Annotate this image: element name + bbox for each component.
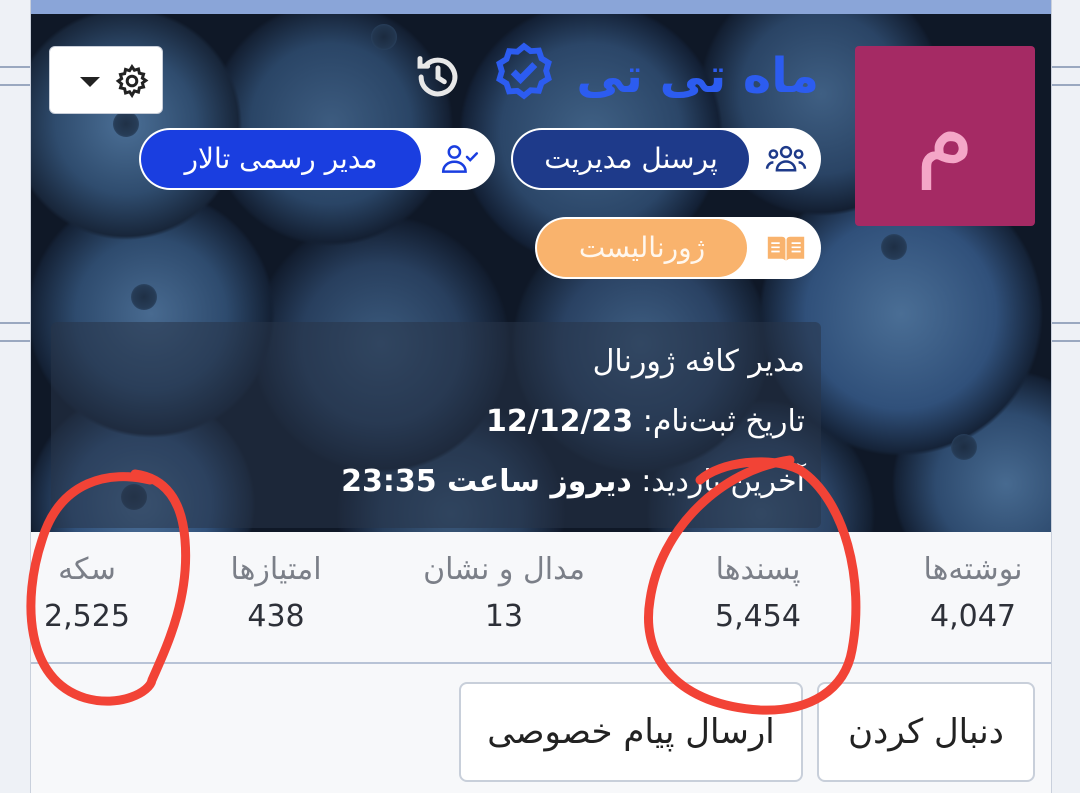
last-visit-row: آخرین بازدید: دیروز ساعت 23:35 (341, 464, 805, 499)
stat-value: 5,454 (715, 599, 801, 634)
cover-decoration (371, 24, 397, 50)
staff-badge: پرسنل مدیریت (511, 128, 821, 190)
cover-decoration (951, 434, 977, 460)
stat-label: پسندها (715, 552, 801, 587)
stat-label: مدال و نشان (423, 552, 585, 587)
background-line (0, 340, 30, 342)
background-line (1050, 84, 1080, 86)
follow-button[interactable]: دنبال کردن (817, 682, 1035, 782)
registration-date: 12/12/23 (486, 404, 634, 439)
stat-value: 438 (247, 599, 305, 634)
moderator-badge: مدیر رسمی تالار (139, 128, 495, 190)
last-visit-label: آخرین بازدید: (641, 464, 805, 499)
stat-value: 2,525 (44, 599, 130, 634)
display-name: ماه تی تی (576, 48, 819, 104)
users-group-icon (765, 145, 807, 172)
cover-decoration (131, 284, 157, 310)
profile-card: ماه تی تی م پرسنل مدیریت مدیر رسمی تالار (30, 0, 1052, 793)
user-title: مدیر کافه ژورنال (592, 344, 805, 379)
profile-info-box: مدیر کافه ژورنال تاریخ ثبت‌نام: 12/12/23… (51, 322, 821, 528)
gear-icon (115, 64, 149, 99)
stat-posts[interactable]: نوشته‌ها 4,047 (873, 532, 1051, 634)
book-open-icon (767, 236, 805, 261)
registration-label: تاریخ ثبت‌نام: (642, 404, 805, 439)
staff-badge-label: پرسنل مدیریت (513, 130, 749, 188)
background-line (0, 66, 30, 68)
background-line (1050, 66, 1080, 68)
stat-points[interactable]: امتیازها 438 (176, 532, 376, 634)
journalist-badge: ژورنالیست (535, 217, 821, 279)
send-private-message-button[interactable]: ارسال پیام خصوصی (459, 682, 803, 782)
caret-down-icon (80, 77, 100, 87)
stat-label: امتیازها (230, 552, 322, 587)
profile-cover: ماه تی تی م پرسنل مدیریت مدیر رسمی تالار (31, 14, 1051, 532)
cover-decoration (881, 234, 907, 260)
last-visit-value: دیروز ساعت 23:35 (341, 464, 632, 499)
card-top-strip (31, 0, 1051, 14)
stats-divider (31, 662, 1051, 664)
stat-coins[interactable]: سکه 2,525 (31, 532, 187, 634)
background-line (1050, 322, 1080, 324)
settings-dropdown-button[interactable] (49, 46, 163, 114)
background-line (0, 322, 30, 324)
stat-medals[interactable]: مدال و نشان 13 (404, 532, 604, 634)
stat-likes[interactable]: پسندها 5,454 (658, 532, 858, 634)
user-check-icon (441, 145, 479, 173)
history-icon[interactable] (411, 50, 465, 104)
registration-date-row: تاریخ ثبت‌نام: 12/12/23 (486, 404, 805, 439)
stat-label: سکه (58, 552, 116, 587)
background-line (0, 84, 30, 86)
cover-decoration (113, 111, 139, 137)
moderator-badge-label: مدیر رسمی تالار (141, 130, 421, 188)
journalist-badge-label: ژورنالیست (537, 219, 747, 277)
background-line (1050, 340, 1080, 342)
verified-badge-icon (496, 42, 552, 100)
stat-value: 13 (484, 599, 524, 634)
stat-label: نوشته‌ها (923, 552, 1023, 587)
avatar: م (855, 46, 1035, 226)
profile-stats: نوشته‌ها 4,047 پسندها 5,454 مدال و نشان … (31, 532, 1051, 662)
stat-value: 4,047 (930, 599, 1016, 634)
